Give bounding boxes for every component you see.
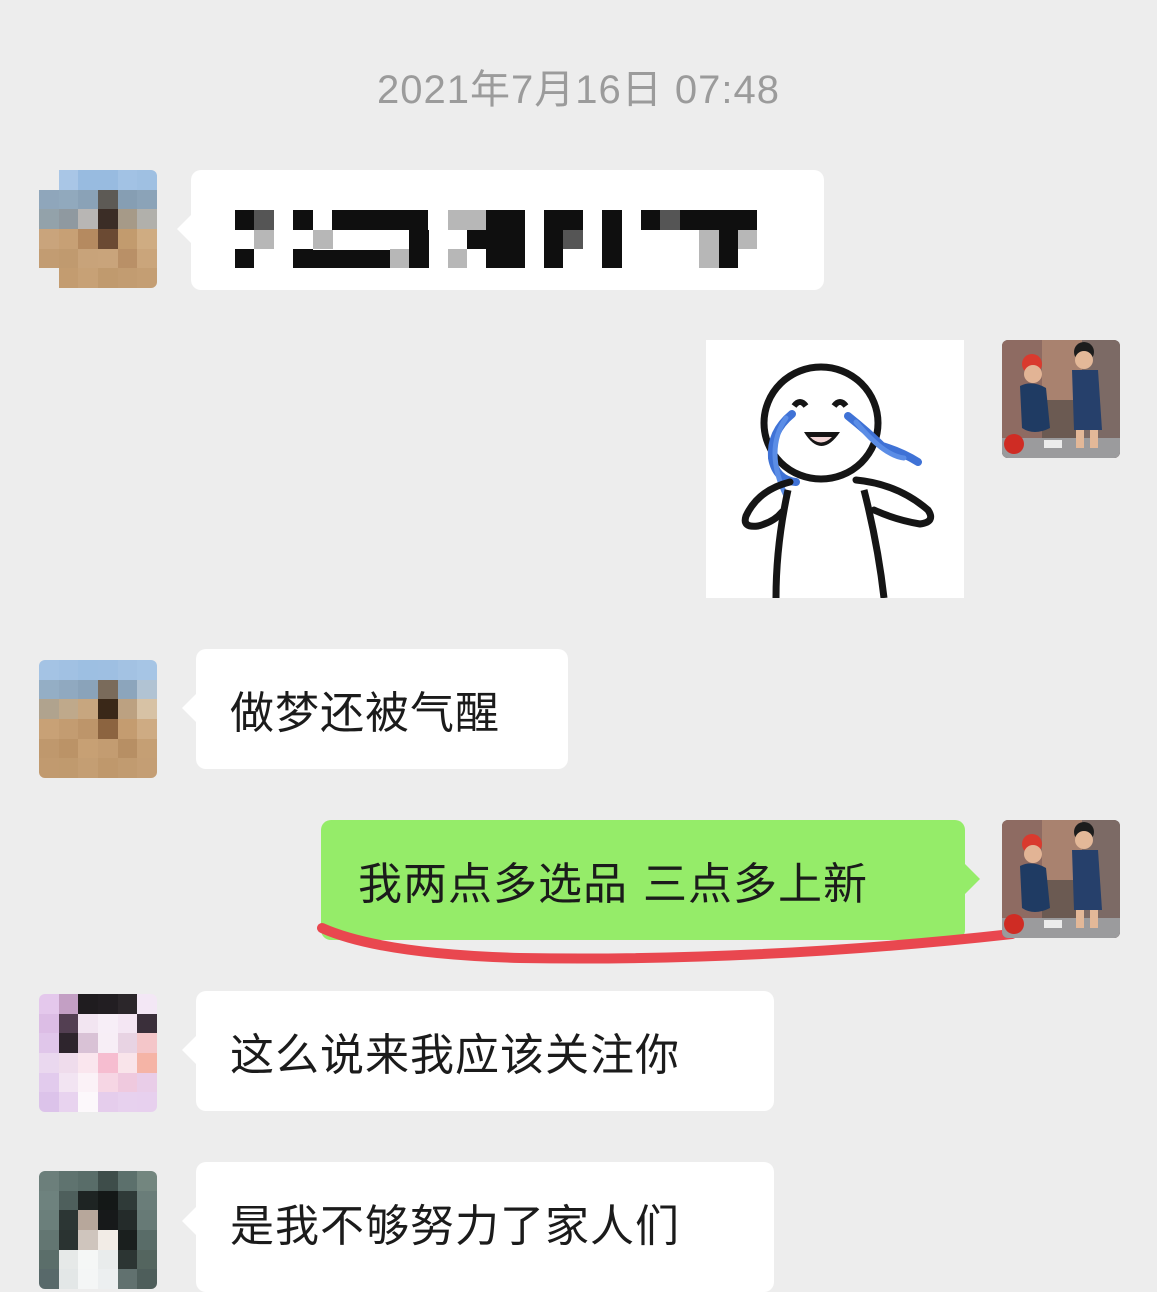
avatar-me[interactable] [1002,820,1120,938]
avatar-other-user[interactable] [39,1171,157,1289]
pixelated-avatar-icon [39,1171,157,1289]
message-bubble[interactable]: 是我不够努力了家人们 [182,1162,774,1292]
avatar-other-user[interactable] [39,994,157,1112]
bubble-tail [182,1207,196,1235]
photo-avatar-icon [1002,820,1120,938]
message-text: 这么说来我应该关注你 [230,1030,680,1081]
bubble-tail [182,1036,196,1064]
message-text: 是我不够努力了家人们 [230,1201,680,1252]
message-bubble[interactable]: 这么说来我应该关注你 [182,991,774,1111]
pixelated-avatar-icon [39,994,157,1112]
